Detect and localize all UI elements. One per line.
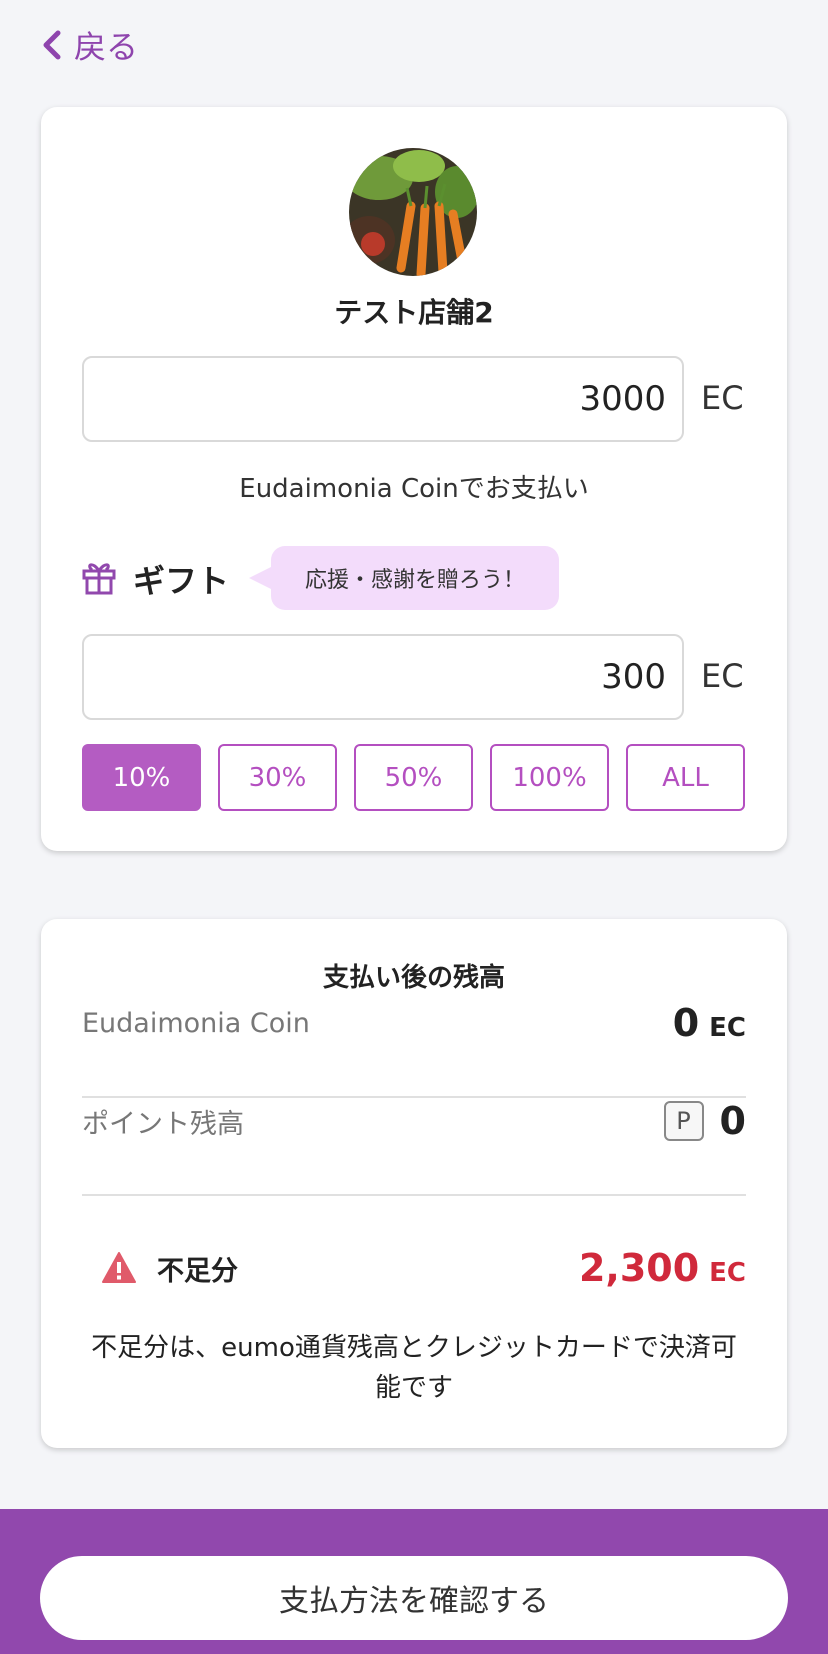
gift-percent-100-button[interactable]: 100% bbox=[490, 744, 609, 811]
gift-tooltip: 応援・感謝を贈ろう！ bbox=[249, 546, 559, 610]
coin-balance-unit: EC bbox=[709, 1013, 746, 1043]
gift-label: ギフト bbox=[133, 562, 230, 600]
gift-all-button[interactable]: ALL bbox=[626, 744, 745, 811]
shop-avatar bbox=[349, 148, 477, 276]
gift-unit: EC bbox=[701, 657, 744, 695]
gift-amount-input[interactable]: 300 bbox=[82, 634, 684, 720]
confirm-payment-method-button[interactable]: 支払方法を確認する bbox=[40, 1556, 788, 1640]
point-balance-label: ポイント残高 bbox=[82, 1108, 244, 1140]
coin-balance-row: Eudaimonia Coin 0 EC bbox=[82, 971, 746, 1075]
gift-percent-options: 10% 30% 50% 100% ALL bbox=[82, 744, 745, 811]
gift-tooltip-text: 応援・感謝を贈ろう！ bbox=[304, 568, 525, 593]
divider bbox=[82, 1194, 746, 1196]
shortage-unit: EC bbox=[709, 1258, 746, 1288]
point-balance-value: 0 bbox=[719, 1099, 746, 1143]
gift-percent-50-button[interactable]: 50% bbox=[354, 744, 473, 811]
gift-percent-30-button[interactable]: 30% bbox=[218, 744, 337, 811]
point-badge-icon: P bbox=[663, 1101, 704, 1141]
back-button[interactable]: 戻る bbox=[40, 22, 138, 68]
payment-card: テスト店舗2 3000 EC Eudaimonia Coinでお支払い ギフト … bbox=[41, 107, 787, 851]
coin-balance-value: 0 bbox=[672, 1001, 700, 1045]
coin-balance-label: Eudaimonia Coin bbox=[82, 1007, 310, 1039]
shortage-value: 2,300 bbox=[578, 1246, 700, 1290]
footer-bar: 支払方法を確認する bbox=[0, 1509, 828, 1654]
shortage-note: 不足分は、eumo通貨残高とクレジットカードで決済可能です bbox=[91, 1333, 737, 1403]
shortage-label: 不足分 bbox=[157, 1255, 238, 1287]
payment-note: Eudaimonia Coinでお支払い bbox=[239, 474, 589, 504]
payment-amount-input[interactable]: 3000 bbox=[82, 356, 684, 442]
balance-card: 支払い後の残高 Eudaimonia Coin 0 EC ポイント残高 P 0 不… bbox=[41, 919, 787, 1448]
gift-percent-10-button[interactable]: 10% bbox=[82, 744, 201, 811]
payment-unit: EC bbox=[701, 379, 744, 417]
point-balance-row: ポイント残高 P 0 bbox=[82, 1073, 746, 1169]
gift-icon bbox=[82, 563, 116, 595]
back-label: 戻る bbox=[74, 28, 139, 66]
warning-icon bbox=[102, 1252, 136, 1283]
shop-name: テスト店舗2 bbox=[334, 296, 494, 329]
shortage-row: 不足分 2,300 EC bbox=[101, 1240, 746, 1296]
chevron-left-icon bbox=[43, 30, 61, 60]
